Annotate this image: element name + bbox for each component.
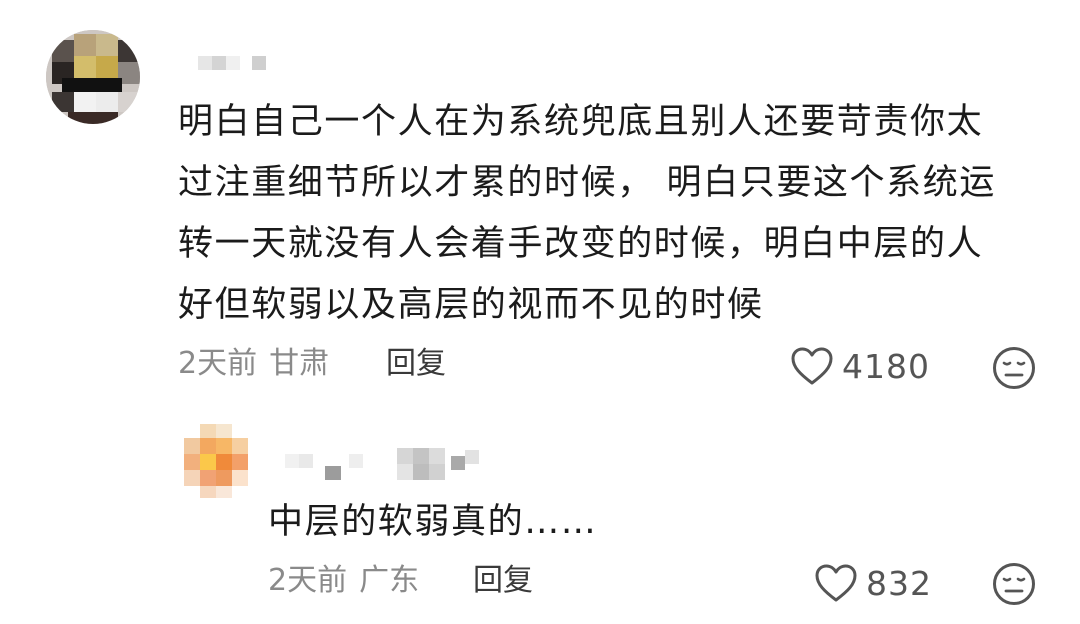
- pixelated-username-icon: [285, 448, 479, 480]
- comment-time: 2天前: [178, 346, 258, 381]
- username[interactable]: [285, 446, 505, 482]
- dislike-button[interactable]: [992, 346, 1036, 390]
- comment-text-line: 过注重细节所以才累的时候， 明白只要这个系统运: [178, 163, 996, 203]
- neutral-face-icon: [993, 563, 1035, 605]
- dislike-button[interactable]: [992, 562, 1036, 606]
- heart-outline-icon: [791, 347, 833, 385]
- username[interactable]: [190, 52, 300, 74]
- avatar[interactable]: [178, 424, 252, 498]
- pixelated-username-icon: [198, 56, 266, 70]
- comment-text-line: 好但软弱以及高层的视而不见的时候: [178, 285, 764, 325]
- like-count: 832: [866, 563, 932, 603]
- comment-meta: 2天前 广东: [268, 559, 419, 603]
- neutral-face-icon: [993, 347, 1035, 389]
- comment-location: 甘肃: [269, 346, 330, 381]
- comment-location: 广东: [359, 563, 420, 598]
- avatar[interactable]: [46, 30, 140, 124]
- pixelated-avatar-icon: [178, 424, 252, 498]
- like-button[interactable]: 832: [814, 561, 932, 605]
- comment-text-line: 明白自己一个人在为系统兜底且别人还要苛责你太: [178, 102, 984, 142]
- like-count: 4180: [842, 346, 930, 386]
- like-button[interactable]: 4180: [790, 344, 930, 388]
- comment-text: 中层的软弱真的……: [268, 502, 598, 542]
- comment-text: 明白自己一个人在为系统兜底且别人还要苛责你太 过注重细节所以才累的时候， 明白只…: [178, 92, 1048, 336]
- comment-meta: 2天前 甘肃: [178, 342, 329, 386]
- pixelated-avatar-icon: [46, 30, 140, 124]
- heart-outline-icon: [815, 564, 857, 602]
- comment-text-line: 转一天就没有人会着手改变的时候，明白中层的人: [178, 224, 984, 264]
- comment-time: 2天前: [268, 563, 348, 598]
- reply-button[interactable]: 回复: [473, 559, 533, 603]
- reply-button[interactable]: 回复: [386, 342, 446, 386]
